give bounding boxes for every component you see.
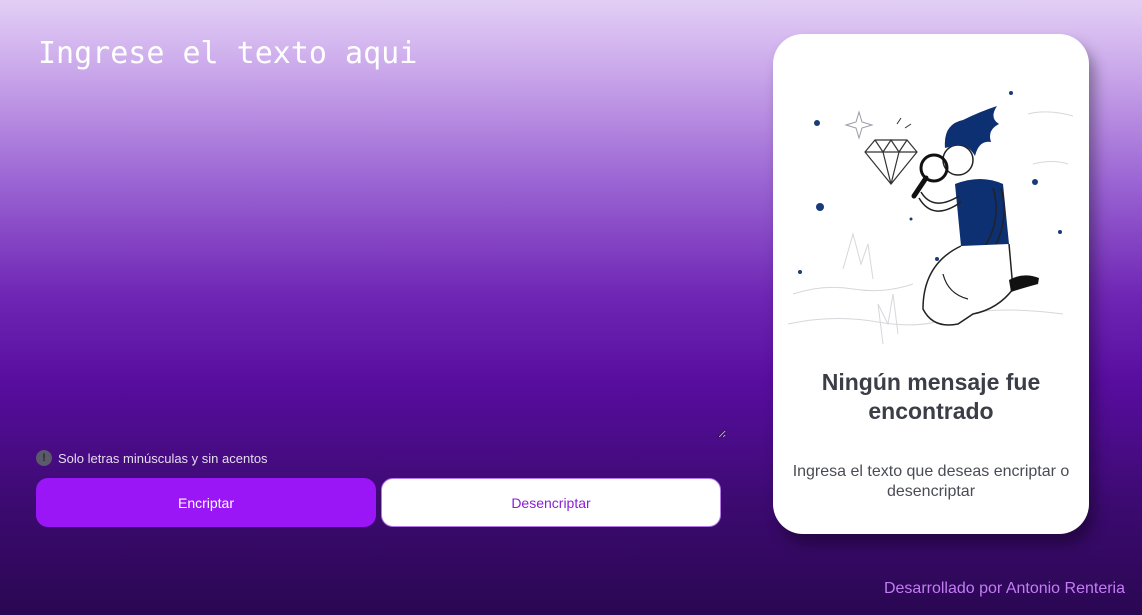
output-card: Ningún mensaje fue encontrado Ingresa el… [773,34,1089,534]
info-icon: ! [36,450,52,466]
empty-state-subtitle: Ingresa el texto que deseas encriptar o … [792,463,1070,500]
footer-credit: Desarrollado por Antonio Renteria [883,580,1125,597]
text-input[interactable] [36,32,726,438]
input-hint: ! Solo letras minúsculas y sin acentos [36,450,268,466]
hint-text: Solo letras minúsculas y sin acentos [58,450,268,466]
encrypt-button[interactable]: Encriptar [36,478,376,527]
empty-state-title: Ningún mensaje fue encontrado [821,369,1041,424]
search-person-illustration [787,91,1074,345]
decrypt-button[interactable]: Desencriptar [381,478,721,527]
